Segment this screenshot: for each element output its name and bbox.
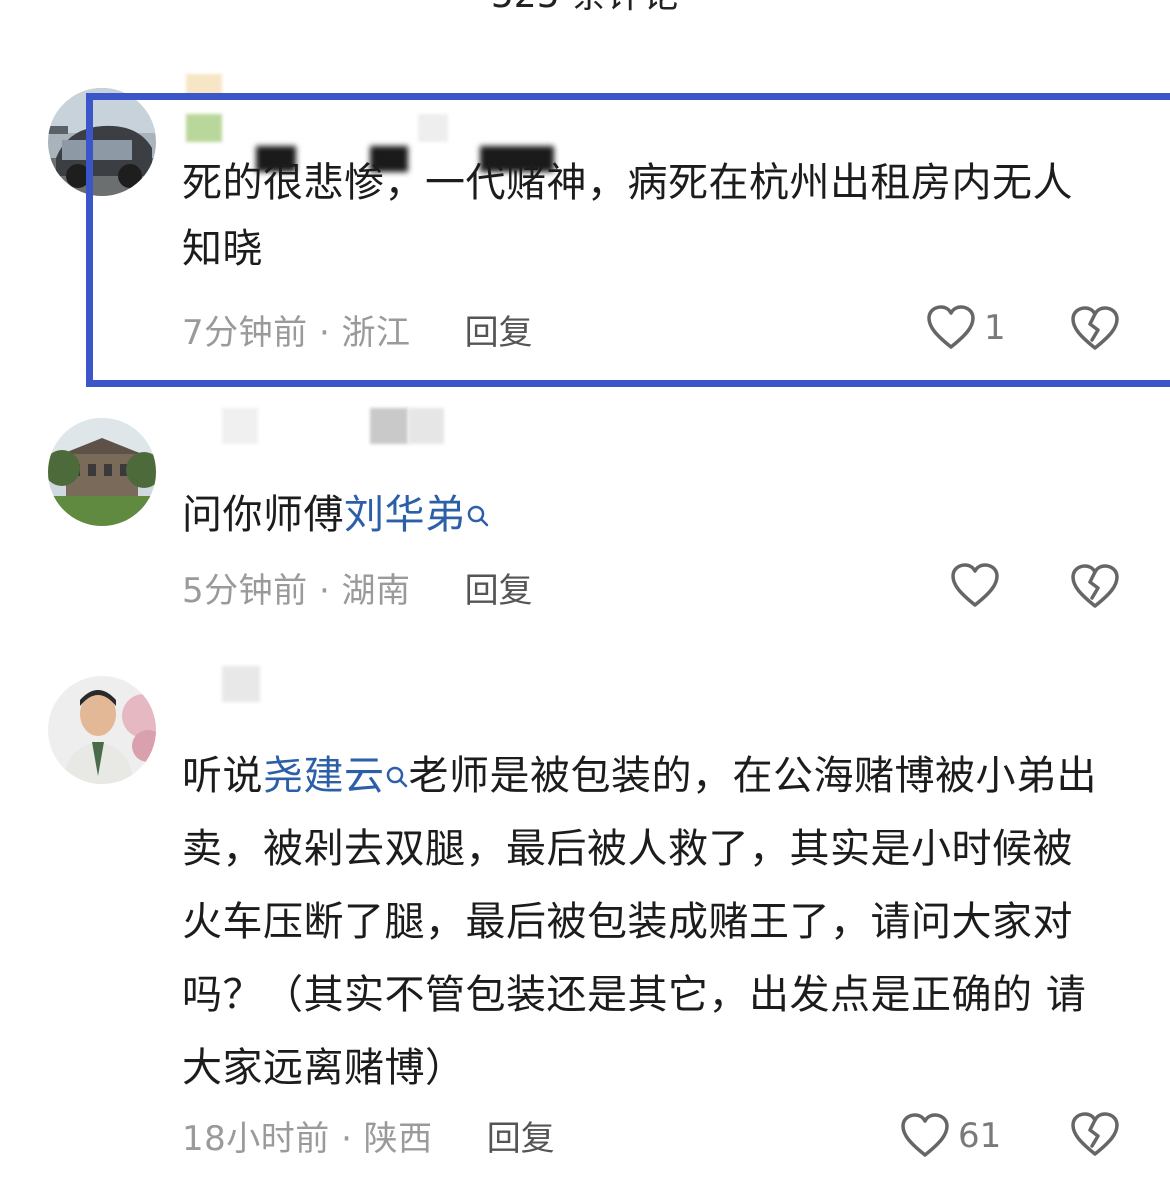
like-count: 1	[984, 308, 1006, 348]
like-button[interactable]	[950, 556, 1008, 616]
reply-button[interactable]: 回复	[487, 1111, 555, 1160]
heart-outline-icon	[951, 563, 999, 607]
avatar[interactable]	[48, 676, 156, 784]
mention-link[interactable]: 尧建云	[263, 753, 385, 799]
like-button[interactable]: 61	[900, 1106, 1001, 1166]
comments-page: 525 条评论 死的很悲惨，一代赌神，病死在杭州出租房内无人知晓	[0, 0, 1170, 1196]
comment-time-location: 18小时前 · 陕西	[182, 1118, 433, 1159]
heart-outline-icon	[901, 1113, 949, 1157]
username-redacted[interactable]	[182, 74, 542, 142]
comments-count-title: 525 条评论	[0, 0, 1170, 16]
broken-heart-icon[interactable]	[1070, 304, 1120, 354]
broken-heart-icon[interactable]	[1070, 562, 1120, 612]
search-icon[interactable]	[385, 744, 409, 788]
comment-time-location: 7分钟前 · 浙江	[182, 312, 411, 353]
heart-outline-icon	[927, 305, 975, 349]
comment-text: 问你师傅刘华弟	[182, 482, 1112, 548]
comment-text: 听说尧建云 老师是被包装的，在公海赌博被小弟出卖，被剁去双腿，最后被人救了，其实是…	[182, 740, 1112, 1105]
reply-button[interactable]: 回复	[465, 305, 533, 354]
comment-time-location: 5分钟前 · 湖南	[182, 570, 411, 611]
comment-text-prefix: 听说	[182, 753, 263, 799]
comment-meta: 7分钟前 · 浙江 回复	[182, 304, 533, 354]
comment-text-suffix: 老师是被包装的，在公海赌博被小弟出卖，被剁去双腿，最后被人救了，其实是小时候被火…	[182, 753, 1097, 1091]
reply-button[interactable]: 回复	[465, 563, 533, 612]
broken-heart-icon[interactable]	[1070, 1110, 1120, 1160]
avatar[interactable]	[48, 88, 156, 196]
like-count: 61	[958, 1116, 1002, 1156]
comment-text: 死的很悲惨，一代赌神，病死在杭州出租房内无人知晓	[182, 160, 1073, 272]
search-icon[interactable]	[466, 486, 490, 527]
comment-meta: 5分钟前 · 湖南 回复	[182, 562, 533, 612]
mention-link[interactable]: 刘华弟	[344, 492, 466, 538]
username-redacted[interactable]	[182, 406, 502, 464]
comment-meta: 18小时前 · 陕西 回复	[182, 1110, 555, 1160]
comment-text-prefix: 问你师傅	[182, 492, 344, 538]
avatar[interactable]	[48, 418, 156, 526]
username-redacted[interactable]	[182, 664, 382, 722]
like-button[interactable]: 1	[926, 298, 1006, 358]
